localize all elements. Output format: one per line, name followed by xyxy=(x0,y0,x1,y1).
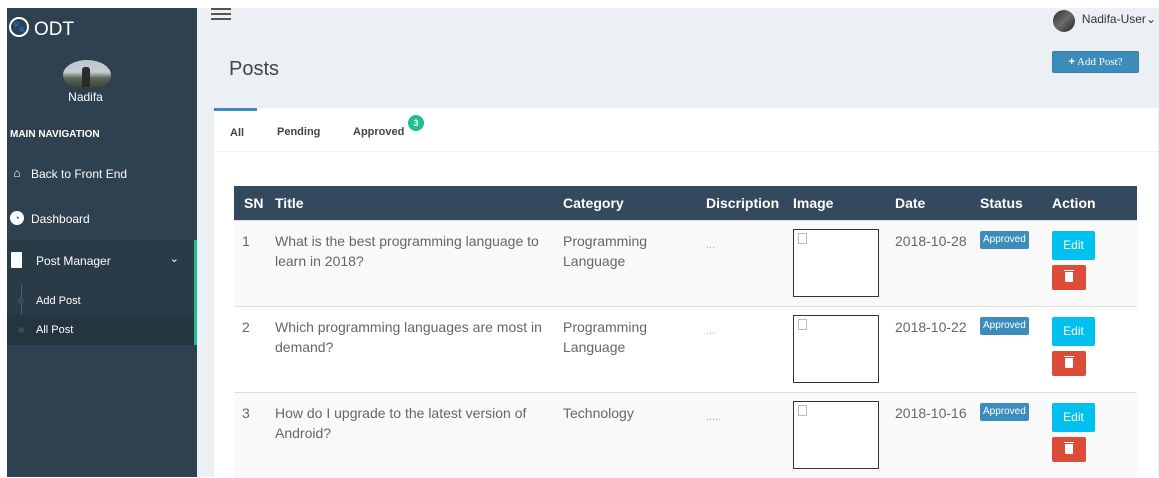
file-icon xyxy=(11,252,22,268)
circle-icon xyxy=(18,298,24,304)
paw-icon: 🐾 xyxy=(9,17,29,37)
avatar xyxy=(63,60,111,90)
tab-label: Approved xyxy=(353,126,405,138)
column-header: Title xyxy=(275,195,304,211)
title-cell: How do I upgrade to the latest version o… xyxy=(275,405,527,441)
plus-icon: + xyxy=(1068,56,1075,68)
add-post-label: Add Post? xyxy=(1077,56,1123,68)
table-row: 1 What is the best programming language … xyxy=(234,220,1137,306)
edit-button[interactable]: Edit xyxy=(1052,231,1095,260)
broken-image-icon xyxy=(798,233,807,244)
sidebar: 🐾 ODT Nadifa MAIN NAVIGATION ⌂ Back to F… xyxy=(7,8,197,477)
table-header: SN Title Category Discription Image Date… xyxy=(234,186,1137,220)
sidebar-item-back-to-front-end[interactable]: ⌂ Back to Front End xyxy=(7,154,197,194)
sidebar-item-label: All Post xyxy=(36,324,74,336)
menu-toggle-icon[interactable] xyxy=(211,8,231,22)
date-cell: 2018-10-22 xyxy=(895,319,967,335)
description-cell: ..... xyxy=(706,411,722,423)
column-header: Discription xyxy=(706,195,780,211)
edit-button[interactable]: Edit xyxy=(1052,403,1095,432)
broken-image-icon xyxy=(798,405,807,416)
post-image xyxy=(793,315,879,383)
tab-approved[interactable]: Approved 3 xyxy=(344,108,434,151)
status-badge: Approved xyxy=(980,231,1029,249)
delete-button[interactable] xyxy=(1052,437,1086,462)
brand-name: ODT xyxy=(34,19,75,40)
category-cell: Technology xyxy=(563,405,634,421)
user-name: Nadifa-User xyxy=(1081,12,1146,26)
sidebar-item-label: Post Manager xyxy=(36,254,111,268)
sidebar-item-label: Dashboard xyxy=(31,212,90,226)
user-menu[interactable]: Nadifa-User⌄ xyxy=(1082,12,1156,26)
title-cell: What is the best programming language to… xyxy=(275,233,539,269)
circle-icon xyxy=(18,327,24,333)
brand[interactable]: 🐾 ODT xyxy=(7,8,197,50)
column-header: Image xyxy=(793,195,834,211)
category-cell: Programming Language xyxy=(563,233,648,269)
edit-button[interactable]: Edit xyxy=(1052,317,1095,346)
caret-down-icon: ⌄ xyxy=(1145,12,1156,26)
description-cell: ... xyxy=(706,325,716,337)
chevron-down-icon: ⌄ xyxy=(169,253,179,265)
posts-card: All Pending Approved 3 SN Title Category… xyxy=(214,108,1158,478)
delete-button[interactable] xyxy=(1052,265,1086,290)
column-header: Action xyxy=(1052,195,1096,211)
sidebar-item-label: Add Post xyxy=(36,295,81,307)
profile-name: Nadifa xyxy=(68,90,103,104)
status-badge: Approved xyxy=(980,317,1029,335)
home-icon: ⌂ xyxy=(13,166,21,180)
post-image xyxy=(793,401,879,469)
nav-header: MAIN NAVIGATION xyxy=(10,129,100,140)
tab-label: Pending xyxy=(277,126,321,138)
table-row: 3 How do I upgrade to the latest version… xyxy=(234,392,1137,478)
sidebar-item-label: Back to Front End xyxy=(31,167,128,181)
tab-pending[interactable]: Pending xyxy=(264,108,334,151)
dashboard-icon: ◔ xyxy=(10,211,24,225)
status-badge: Approved xyxy=(980,403,1029,421)
category-cell: Programming Language xyxy=(563,319,648,355)
tab-label: All xyxy=(230,127,245,139)
sidebar-item-post-manager[interactable]: Post Manager ⌄ xyxy=(7,240,197,284)
tab-bar: All Pending Approved 3 xyxy=(214,108,1158,152)
count-badge: 3 xyxy=(408,115,424,131)
post-manager-submenu: Add Post All Post xyxy=(7,284,197,345)
date-cell: 2018-10-28 xyxy=(895,233,967,249)
date-cell: 2018-10-16 xyxy=(895,405,967,421)
sidebar-item-add-post[interactable]: Add Post xyxy=(7,286,194,316)
table-row: 2 Which programming languages are most i… xyxy=(234,306,1137,392)
sidebar-item-all-post[interactable]: All Post xyxy=(7,315,194,345)
column-header: Status xyxy=(980,195,1023,211)
post-image xyxy=(793,229,879,297)
column-header: Date xyxy=(895,195,926,211)
sn-cell: 2 xyxy=(242,319,250,335)
title-cell: Which programming languages are most in … xyxy=(275,319,542,355)
sn-cell: 1 xyxy=(242,233,250,249)
sidebar-item-dashboard[interactable]: ◔ Dashboard xyxy=(7,199,197,239)
column-header: Category xyxy=(563,195,624,211)
delete-button[interactable] xyxy=(1052,351,1086,376)
user-avatar[interactable] xyxy=(1053,10,1075,32)
trash-icon xyxy=(1064,270,1074,282)
tab-all[interactable]: All xyxy=(214,108,257,151)
add-post-button[interactable]: + Add Post? xyxy=(1052,51,1139,73)
column-header: SN xyxy=(244,195,264,211)
broken-image-icon xyxy=(798,319,807,330)
trash-icon xyxy=(1064,442,1074,454)
page-title: Posts xyxy=(229,58,280,80)
description-cell: ... xyxy=(706,239,716,251)
trash-icon xyxy=(1064,356,1074,368)
sn-cell: 3 xyxy=(242,405,250,421)
top-navbar: Nadifa-User⌄ xyxy=(197,8,1159,48)
